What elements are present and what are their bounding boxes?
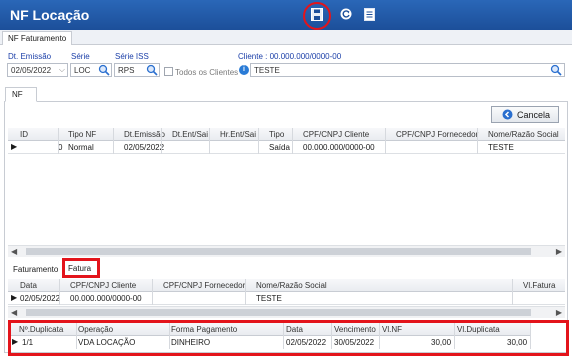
info-icon[interactable]: i xyxy=(239,65,249,75)
cliente-value: TESTE xyxy=(254,66,280,75)
save-highlight-circle xyxy=(303,2,331,30)
title-bar: NF Locação xyxy=(0,0,572,30)
scroll-right-icon[interactable]: ▶ xyxy=(556,308,562,317)
serie-iss-search-icon[interactable] xyxy=(146,64,158,76)
col-tipo-nf[interactable]: Tipo NF xyxy=(68,130,96,139)
nf-grid-divider xyxy=(209,128,210,154)
cell-nome: TESTE xyxy=(488,143,514,152)
scroll-thumb[interactable] xyxy=(26,248,531,255)
dt-emissao-label: Dt. Emissão xyxy=(8,52,52,61)
nf-grid-divider xyxy=(258,128,259,154)
row-pointer-icon: ▶ xyxy=(11,293,18,302)
refresh-button[interactable] xyxy=(337,5,355,23)
serie-label: Série xyxy=(71,52,90,61)
table-row[interactable]: ▶ 02/05/2022 00.000.000/0000-00 TESTE xyxy=(8,292,565,305)
fatura-grid-divider xyxy=(245,279,246,305)
nf-grid-header: ID Tipo NF Dt.Emissão Dt.Ent/Sai Hr.Ent/… xyxy=(8,128,565,141)
serie-iss-value: RPS xyxy=(118,66,135,75)
dt-emissao-field[interactable]: 02/05/2022 ⌵ xyxy=(7,63,68,77)
cancel-icon xyxy=(502,109,513,120)
cancel-button[interactable]: Cancela xyxy=(491,106,559,123)
col-data[interactable]: Data xyxy=(20,281,37,290)
cell-tipo-nf: Normal xyxy=(68,143,94,152)
col-tipo[interactable]: Tipo xyxy=(269,130,284,139)
tab-nf-faturamento[interactable]: NF Faturamento xyxy=(2,31,73,45)
nf-grid-divider xyxy=(292,128,293,154)
nf-grid-divider xyxy=(477,128,478,154)
tab-faturamento[interactable]: Faturamento xyxy=(10,263,61,276)
cell-data: 02/05/2022 xyxy=(20,294,61,303)
col-id[interactable]: ID xyxy=(20,130,28,139)
nf-grid-divider xyxy=(161,128,162,154)
duplicata-highlight-box xyxy=(8,320,569,356)
fatura-grid-divider xyxy=(152,279,153,305)
col-dt-ent-sai[interactable]: Dt.Ent/Sai xyxy=(172,130,208,139)
dt-emissao-value: 02/05/2022 xyxy=(11,66,52,75)
tab-fatura[interactable]: Fatura xyxy=(62,258,100,278)
col-cpf-cliente[interactable]: CPF/CNPJ Cliente xyxy=(303,130,369,139)
col-vl-fatura[interactable]: Vl.Fatura xyxy=(523,281,555,290)
col-hr-ent-sai[interactable]: Hr.Ent/Sai xyxy=(220,130,256,139)
tab-nf[interactable]: NF xyxy=(5,87,37,102)
serie-search-icon[interactable] xyxy=(98,64,110,76)
fatura-grid-scrollbar[interactable]: ◀ ▶ xyxy=(8,306,565,318)
cell-dt-emissao: 02/05/2022 xyxy=(124,143,165,152)
fatura-grid-header: Data CPF/CNPJ Cliente CPF/CNPJ Fornecedo… xyxy=(8,279,565,292)
serie-value: LOC xyxy=(74,66,91,75)
todos-clientes-label: Todos os Clientes xyxy=(175,68,239,77)
cell-tipo: Saída xyxy=(269,143,290,152)
nf-grid-divider xyxy=(58,128,59,154)
cell-cpf-cliente: 00.000.000/0000-00 xyxy=(303,143,375,152)
cancel-label: Cancela xyxy=(517,109,551,120)
tab-fatura-label: Fatura xyxy=(68,264,92,273)
scroll-left-icon[interactable]: ◀ xyxy=(11,308,17,317)
cliente-label: Cliente : 00.000.000/0000-00 xyxy=(238,52,342,61)
fatura-grid-divider xyxy=(512,279,513,305)
col-cpf-fornecedor[interactable]: CPF/CNPJ Fornecedor xyxy=(163,281,245,290)
cliente-field[interactable]: TESTE xyxy=(250,63,565,77)
nf-grid-scrollbar[interactable]: ◀ ▶ xyxy=(8,245,565,257)
report-button[interactable] xyxy=(360,5,378,23)
serie-iss-label: Série ISS xyxy=(115,52,149,61)
nf-grid-divider xyxy=(385,128,386,154)
col-dt-emissao[interactable]: Dt.Emissão xyxy=(124,130,165,139)
app-title: NF Locação xyxy=(10,7,90,23)
chevron-down-icon[interactable]: ⌵ xyxy=(59,65,65,75)
refresh-icon xyxy=(340,8,352,20)
scroll-thumb[interactable] xyxy=(26,309,531,316)
row-pointer-icon: ▶ xyxy=(11,142,18,151)
scroll-left-icon[interactable]: ◀ xyxy=(11,247,17,256)
col-nome[interactable]: Nome/Razão Social xyxy=(488,130,559,139)
table-row[interactable]: ▶ 0 Normal 02/05/2022 Saída 00.000.000/0… xyxy=(8,141,565,154)
cell-nome: TESTE xyxy=(256,294,282,303)
nf-grid-divider xyxy=(113,128,114,154)
col-cpf-cliente[interactable]: CPF/CNPJ Cliente xyxy=(70,281,136,290)
report-icon xyxy=(363,7,375,21)
cliente-search-icon[interactable] xyxy=(550,64,562,76)
todos-clientes-checkbox[interactable] xyxy=(164,67,173,76)
top-tabstrip: NF Faturamento xyxy=(0,30,572,45)
fatura-grid-divider xyxy=(59,279,60,305)
cell-cpf-cliente: 00.000.000/0000-00 xyxy=(70,294,142,303)
scroll-right-icon[interactable]: ▶ xyxy=(556,247,562,256)
col-cpf-fornecedor[interactable]: CPF/CNPJ Fornecedor xyxy=(396,130,478,139)
col-nome[interactable]: Nome/Razão Social xyxy=(256,281,327,290)
